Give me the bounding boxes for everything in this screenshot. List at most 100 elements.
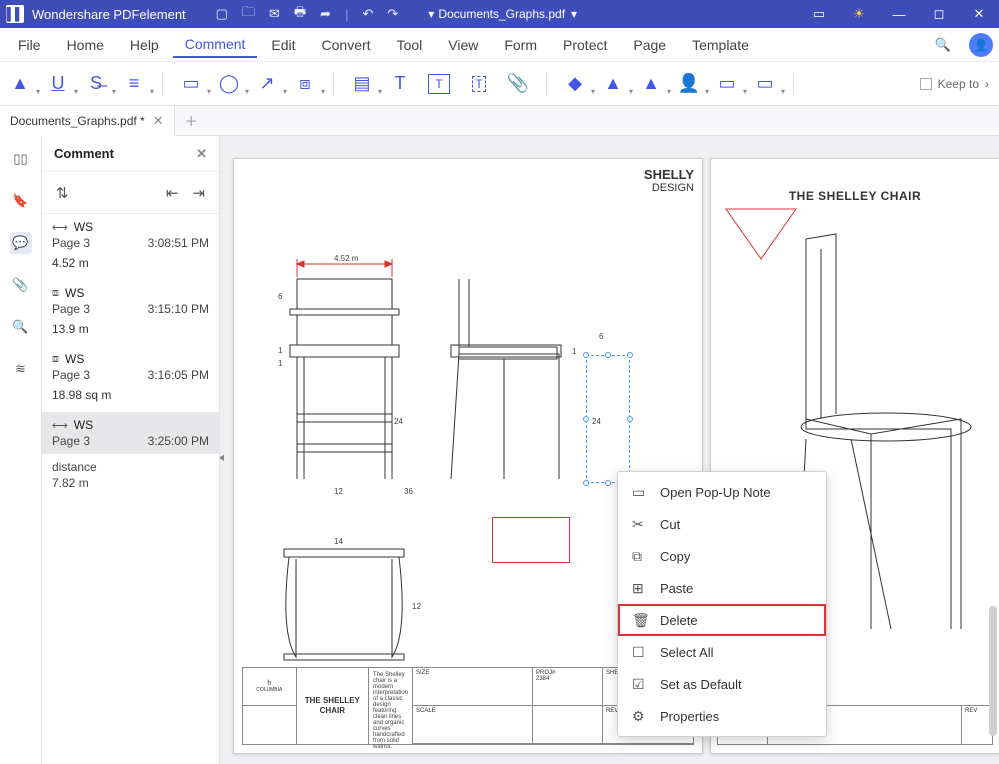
comment-item[interactable]: ⧈WS Page 33:16:05 PM 18.98 sq m xyxy=(42,346,219,412)
menu-form[interactable]: Form xyxy=(492,33,549,57)
measure-icon: ⟷ xyxy=(52,419,68,432)
comment-time: 3:15:10 PM xyxy=(148,302,209,316)
eraser-tool-icon[interactable]: ◆ xyxy=(565,74,585,94)
stamp3-icon[interactable]: 👤 xyxy=(679,74,699,94)
attachment-tool-icon[interactable]: 📎 xyxy=(508,74,528,94)
copy-icon: ⧉ xyxy=(632,548,648,565)
comment-page: Page 3 xyxy=(52,434,90,448)
ctx-set-default[interactable]: ☑Set as Default xyxy=(618,668,826,700)
ctx-delete[interactable]: 🗑Delete xyxy=(618,604,826,636)
measure-icon: ⧈ xyxy=(52,287,59,300)
panel-collapse-icon[interactable]: ◂ xyxy=(220,450,224,464)
page-canvas[interactable]: ◂ SHELLY DESIGN xyxy=(220,136,999,764)
minimize-button[interactable]: — xyxy=(885,7,913,22)
svg-text:1: 1 xyxy=(278,359,283,368)
arrow-tool-icon[interactable]: ↗ xyxy=(257,74,277,94)
svg-text:4.52 m: 4.52 m xyxy=(334,254,359,263)
panel-title: Comment xyxy=(54,146,114,161)
textbox-tool-icon[interactable]: T xyxy=(428,74,450,94)
titlebar-document[interactable]: ▾ Documents_Graphs.pdf ▾ xyxy=(428,7,577,21)
search-rail-icon[interactable]: 🔍 xyxy=(10,316,32,338)
menu-convert[interactable]: Convert xyxy=(310,33,383,57)
mail-icon[interactable]: ✉ xyxy=(269,6,280,22)
user-avatar[interactable]: 👤 xyxy=(969,33,993,57)
print-icon[interactable]: 🖶 xyxy=(294,3,306,25)
comment-item[interactable]: ⟷WS Page 33:25:00 PM xyxy=(42,412,219,454)
callout-tool-icon[interactable]: T xyxy=(468,74,490,94)
menu-template[interactable]: Template xyxy=(680,33,761,57)
undo-icon[interactable]: ↶ xyxy=(362,6,373,22)
svg-text:1: 1 xyxy=(278,346,283,355)
menu-edit[interactable]: Edit xyxy=(259,33,307,57)
underline-tool-icon[interactable]: U xyxy=(48,74,68,94)
comment-item[interactable]: distance 7.82 m xyxy=(42,454,219,496)
comment-page: Page 3 xyxy=(52,302,90,316)
ctx-open-popup[interactable]: ▭Open Pop-Up Note xyxy=(618,476,826,508)
stamp2-icon[interactable]: ▲ xyxy=(641,74,661,94)
rectangle-annotation[interactable] xyxy=(492,517,570,563)
collapse-all-icon[interactable]: ⇤ xyxy=(166,184,179,202)
ctx-paste[interactable]: ⊞Paste xyxy=(618,572,826,604)
highlight-tool-icon[interactable]: ▲ xyxy=(10,74,30,94)
stamp1-icon[interactable]: ▲ xyxy=(603,74,623,94)
redo-icon[interactable]: ↷ xyxy=(387,6,398,22)
menu-view[interactable]: View xyxy=(436,33,490,57)
save-icon[interactable]: 🗀 xyxy=(242,3,255,25)
ctx-properties[interactable]: ⚙Properties xyxy=(618,700,826,732)
menu-page[interactable]: Page xyxy=(621,33,678,57)
vertical-scrollbar[interactable] xyxy=(989,606,997,736)
default-icon: ☑ xyxy=(632,676,648,693)
panel-tools: ⇅ ⇤ ⇥ xyxy=(42,172,219,214)
appearance-icon[interactable]: ▭ xyxy=(805,6,833,22)
comment-item[interactable]: ⟷WS Page 33:08:51 PM 4.52 m xyxy=(42,214,219,280)
comment-toolbar: ▲ U S̶ ≡ ▭ ◯ ↗ ⧈ ▤ T T T 📎 ◆ ▲ ▲ 👤 ▭ ▭ K… xyxy=(0,62,999,106)
list-tool-icon[interactable]: ≡ xyxy=(124,74,144,94)
text-tool-icon[interactable]: T xyxy=(390,74,410,94)
close-window-button[interactable]: ✕ xyxy=(965,6,993,22)
comment-item[interactable]: ⧈WS Page 33:15:10 PM 13.9 m xyxy=(42,280,219,346)
expand-all-icon[interactable]: ⇥ xyxy=(192,184,205,202)
select-all-icon: ☐ xyxy=(632,644,648,661)
attachments-rail-icon[interactable]: 📎 xyxy=(10,274,32,296)
layers-rail-icon[interactable]: ≋ xyxy=(10,358,32,380)
share-icon[interactable]: ➦ xyxy=(320,6,331,22)
document-tab[interactable]: Documents_Graphs.pdf * ✕ xyxy=(0,106,175,136)
ctx-copy[interactable]: ⧉Copy xyxy=(618,540,826,572)
ctx-label: Select All xyxy=(660,645,713,660)
stamp4-icon[interactable]: ▭ xyxy=(717,74,737,94)
keep-tool-toggle[interactable]: Keep to › xyxy=(920,77,989,91)
comment-page: Page 3 xyxy=(52,236,90,250)
selected-measure-annotation[interactable] xyxy=(586,355,630,483)
sort-icon[interactable]: ⇅ xyxy=(56,184,69,202)
tab-close-icon[interactable]: ✕ xyxy=(153,113,164,129)
comment-author: WS xyxy=(74,220,93,234)
new-tab-button[interactable]: ＋ xyxy=(175,111,208,130)
measure-tool-icon[interactable]: ⧈ xyxy=(295,74,315,94)
menu-tool[interactable]: Tool xyxy=(385,33,435,57)
comment-value: 13.9 m xyxy=(52,318,209,342)
comments-rail-icon[interactable]: 💬 xyxy=(10,232,32,254)
maximize-button[interactable]: ◻ xyxy=(925,6,953,22)
svg-text:36: 36 xyxy=(404,487,413,496)
circle-tool-icon[interactable]: ◯ xyxy=(219,74,239,94)
theme-icon[interactable]: ☀ xyxy=(845,6,873,22)
panel-close-icon[interactable]: ✕ xyxy=(196,146,207,162)
strikethrough-tool-icon[interactable]: S̶ xyxy=(86,74,106,94)
thumbnails-rail-icon[interactable]: ▯▯ xyxy=(10,148,32,170)
stamp5-icon[interactable]: ▭ xyxy=(755,74,775,94)
titleblock-title: THE SHELLEY CHAIR xyxy=(297,668,369,744)
ctx-select-all[interactable]: ☐ Select All xyxy=(618,636,826,668)
menu-protect[interactable]: Protect xyxy=(551,33,619,57)
open-folder-icon[interactable]: ▢ xyxy=(216,6,228,22)
menu-help[interactable]: Help xyxy=(118,33,171,57)
menu-file[interactable]: File xyxy=(6,33,53,57)
note-tool-icon[interactable]: ▤ xyxy=(352,74,372,94)
menu-comment[interactable]: Comment xyxy=(173,32,258,58)
svg-text:12: 12 xyxy=(334,487,343,496)
bookmarks-rail-icon[interactable]: 🔖 xyxy=(10,190,32,212)
rectangle-tool-icon[interactable]: ▭ xyxy=(181,74,201,94)
comment-author: WS xyxy=(74,418,93,432)
menu-home[interactable]: Home xyxy=(55,33,116,57)
ctx-cut[interactable]: ✂Cut xyxy=(618,508,826,540)
menubar-search-icon[interactable]: 🔍 xyxy=(935,37,951,53)
